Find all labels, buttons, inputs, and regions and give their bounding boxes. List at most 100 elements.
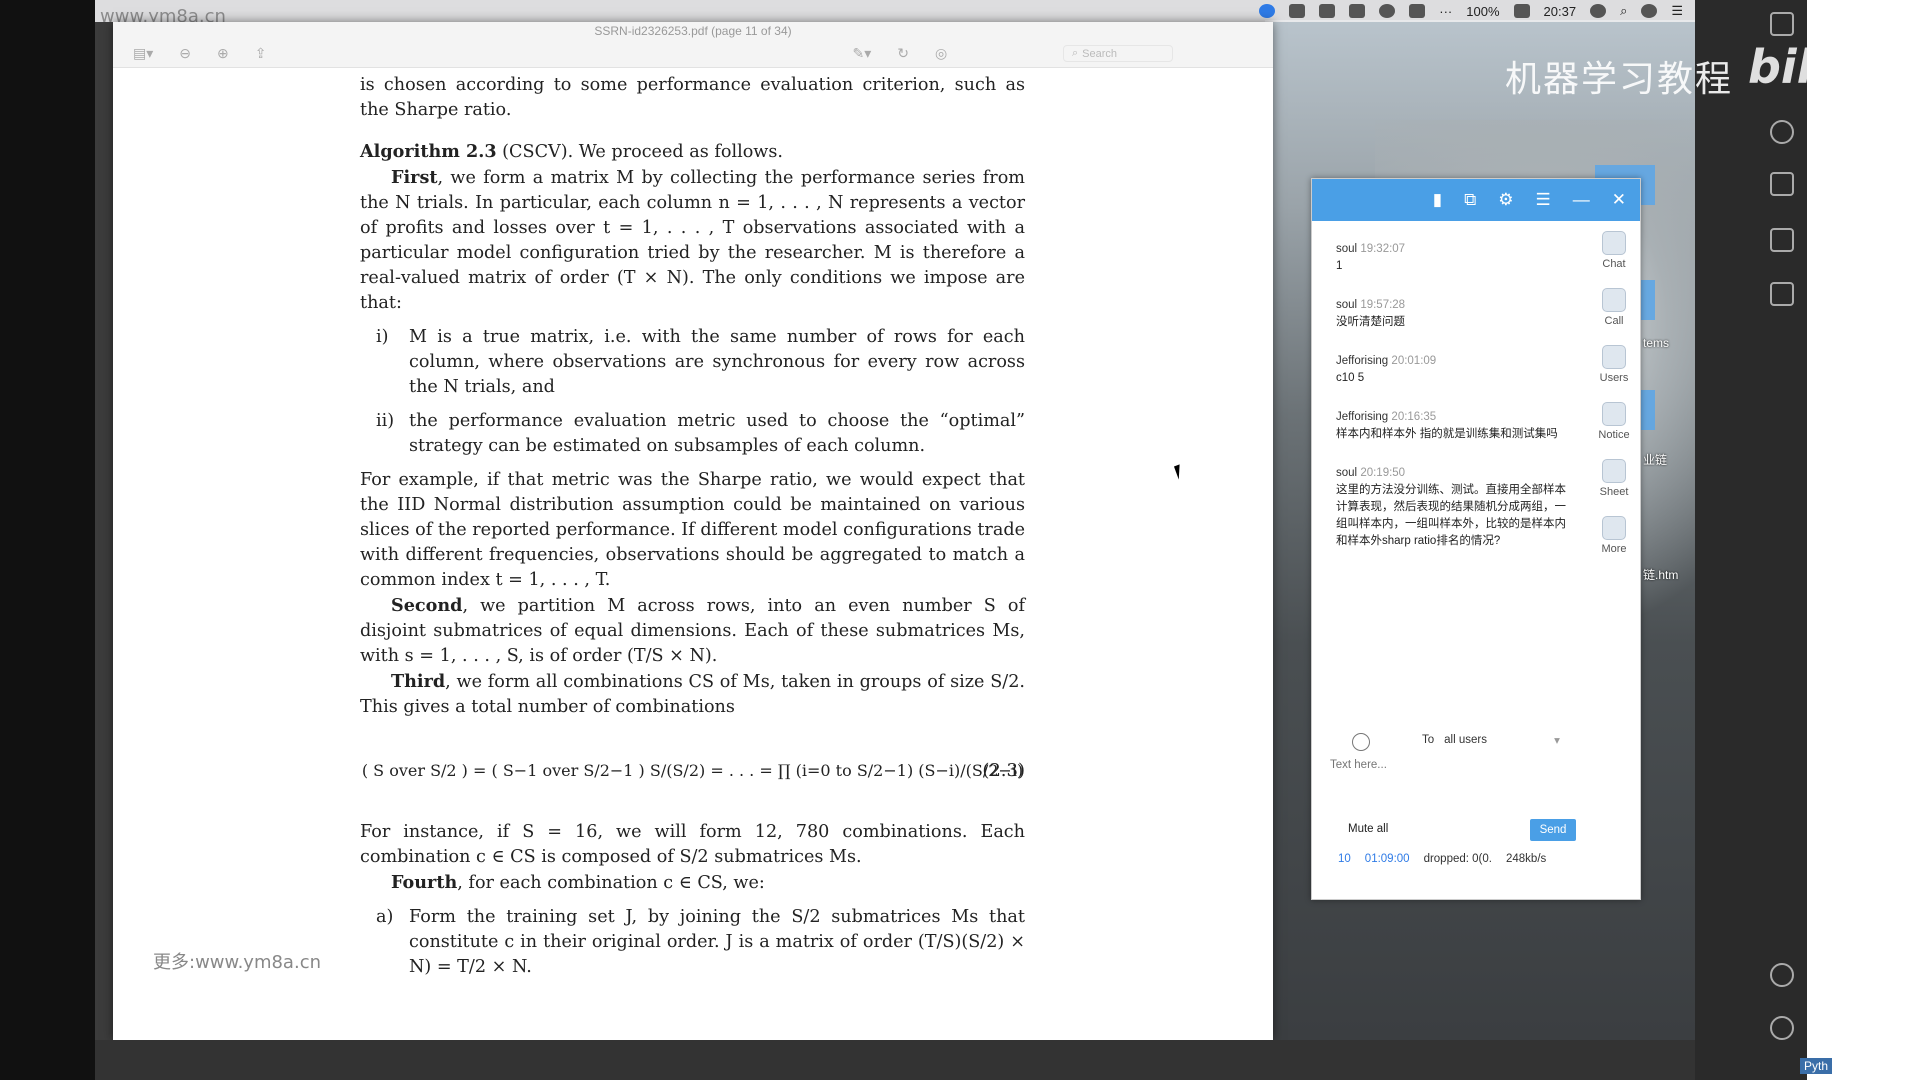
chat-icon <box>1602 231 1626 255</box>
popout-icon[interactable]: ⧉ <box>1464 190 1476 210</box>
side-chat-button[interactable]: Chat <box>1602 231 1626 270</box>
algorithm-heading: Algorithm 2.3 (CSCV). We proceed as foll… <box>360 139 1025 165</box>
step-text: , for each combination c ∈ CS, we: <box>457 873 765 893</box>
close-icon[interactable]: ✕ <box>1612 190 1626 210</box>
copy-icon[interactable] <box>1770 12 1794 36</box>
equation-number: (2.3) <box>982 760 1025 781</box>
desktop-file-label[interactable]: 业链 <box>1643 451 1667 468</box>
window-title: SSRN-id2326253.pdf (page 11 of 34) <box>594 24 792 38</box>
gear-icon[interactable] <box>1770 1016 1794 1040</box>
zoom-in-icon[interactable]: ⊕ <box>217 45 229 62</box>
signal-icon: ▮ <box>1432 190 1443 209</box>
more-icon <box>1602 516 1626 540</box>
message-text: 样本内和样本外 指的就是训练集和测试集吗 <box>1336 428 1558 440</box>
mouse-cursor-icon <box>1173 462 1191 480</box>
minimize-icon[interactable]: — <box>1573 190 1590 210</box>
status-bar: 10 01:09:00 dropped: 0(0. 248kb/s <box>1338 853 1546 865</box>
right-dock <box>1695 0 1807 1080</box>
sidebar-toggle-icon[interactable]: ▤▾ <box>133 45 153 62</box>
chat-message: Jefforising 20:16:35 样本内和样本外 指的就是训练集和测试集… <box>1336 409 1576 443</box>
search-placeholder: Search <box>1082 47 1118 60</box>
annotate-icon[interactable]: ◎ <box>935 45 947 62</box>
recipient-select[interactable]: all users <box>1444 734 1544 746</box>
side-label: More <box>1601 543 1627 555</box>
input-method-icon[interactable] <box>1409 4 1426 18</box>
clock[interactable]: 20:37 <box>1544 4 1577 19</box>
message-text: 没听清楚问题 <box>1336 316 1405 328</box>
battery-icon[interactable] <box>1513 4 1530 18</box>
remote-icon[interactable] <box>1770 228 1794 252</box>
side-label: Sheet <box>1599 486 1629 498</box>
play-debug-icon[interactable] <box>1770 172 1794 196</box>
desktop-file-label[interactable]: 链.htm <box>1643 566 1678 583</box>
step-label: Fourth <box>391 872 458 893</box>
send-button[interactable]: Send <box>1530 819 1576 841</box>
emoji-icon[interactable] <box>1352 733 1370 751</box>
dropped-stat: dropped: 0(0. <box>1423 853 1492 865</box>
step-text: , we form a matrix M by collecting the p… <box>360 168 1025 313</box>
rotate-icon[interactable]: ↻ <box>897 45 909 62</box>
users-icon <box>1601 345 1626 369</box>
mute-all-checkbox[interactable]: Mute all <box>1348 823 1388 835</box>
message-user: Jefforising <box>1336 411 1389 423</box>
message-user: soul <box>1336 243 1358 255</box>
side-label: Users <box>1599 372 1629 384</box>
message-user: soul <box>1336 467 1358 479</box>
display-icon[interactable] <box>1349 4 1366 18</box>
zoom-out-icon[interactable]: ⊖ <box>179 45 191 62</box>
side-users-button[interactable]: Users <box>1599 345 1629 384</box>
side-sheet-button[interactable]: Sheet <box>1599 459 1629 498</box>
volume-icon[interactable] <box>1319 4 1336 18</box>
equation-body: ( S over S/2 ) = ( S−1 over S/2−1 ) S/(S… <box>361 760 1024 780</box>
message-time: 19:57:28 <box>1360 299 1406 311</box>
app-status-icon[interactable] <box>1259 4 1276 18</box>
battery-percent: 100% <box>1466 3 1500 19</box>
spotlight-search-icon[interactable]: ⌕ <box>1620 3 1627 19</box>
more-icon[interactable]: ··· <box>1439 4 1452 19</box>
siri-icon[interactable] <box>1641 4 1658 18</box>
side-label: Notice <box>1598 429 1630 441</box>
python-tab[interactable]: Pyth <box>1800 1058 1833 1074</box>
message-time: 20:01:09 <box>1391 355 1437 367</box>
wifi-icon[interactable] <box>1379 4 1396 18</box>
chat-message: Jefforising 20:01:09 c10 5 <box>1336 353 1576 387</box>
side-notice-button[interactable]: Notice <box>1598 402 1630 441</box>
message-user: Jefforising <box>1336 355 1389 367</box>
message-input[interactable] <box>1330 759 1620 771</box>
chat-message: soul 20:19:50 这里的方法没分训练、测试。直接用全部样本计算表现，然… <box>1336 465 1576 550</box>
paragraph: is chosen according to some performance … <box>360 75 1025 120</box>
search-icon: ⌕ <box>1072 47 1079 59</box>
user-icon[interactable] <box>1590 4 1607 18</box>
chat-header: ▮ ⧉ ⚙ ☰ — ✕ <box>1312 179 1640 221</box>
share-icon[interactable]: ⇪ <box>255 45 267 62</box>
markup-pen-icon[interactable]: ✎▾ <box>852 45 871 62</box>
list-marker: ii) <box>376 411 395 431</box>
side-label: Call <box>1604 315 1624 327</box>
shield-icon[interactable] <box>1289 4 1306 18</box>
branch-icon[interactable] <box>1770 120 1794 144</box>
participant-count: 10 <box>1338 853 1351 865</box>
desktop-file-label[interactable]: tems <box>1643 336 1669 350</box>
menu-icon[interactable]: ☰ <box>1536 190 1551 210</box>
video-title-overlay: 机器学习教程 <box>1505 59 1734 100</box>
side-call-button[interactable]: Call <box>1602 288 1626 327</box>
account-icon[interactable] <box>1770 963 1794 987</box>
algorithm-label: Algorithm 2.3 <box>360 141 497 162</box>
gear-icon[interactable]: ⚙ <box>1498 190 1513 210</box>
paragraph-example: For example, if that metric was the Shar… <box>360 470 1025 590</box>
chat-compose: To all users ▾ Mute all Send 10 01:09:00… <box>1312 723 1640 899</box>
pdf-toolbar: ▤▾ ⊖ ⊕ ⇪ ✎▾ ↻ ◎ ⌕ Search <box>113 40 1273 68</box>
extensions-icon[interactable] <box>1770 282 1794 306</box>
search-field[interactable]: ⌕ Search <box>1063 45 1173 62</box>
pdf-page[interactable]: is chosen according to some performance … <box>113 68 1273 1040</box>
side-more-button[interactable]: More <box>1601 516 1627 555</box>
notification-center-icon[interactable]: ☰ <box>1671 3 1683 19</box>
chevron-down-icon[interactable]: ▾ <box>1554 733 1560 747</box>
paragraph-second: Second, we partition M across rows, into… <box>360 593 1025 669</box>
paragraph-third: Third, we form all combinations CS of Ms… <box>360 669 1025 720</box>
message-time: 19:32:07 <box>1360 243 1406 255</box>
elapsed-time: 01:09:00 <box>1364 853 1410 865</box>
watermark-left: 更多:www.ym8a.cn <box>153 952 321 973</box>
list-text: M is a true matrix, i.e. with the same n… <box>409 327 1025 397</box>
chat-panel: ▮ ⧉ ⚙ ☰ — ✕ soul 19:32:07 1 soul 19:57:2… <box>1311 178 1641 900</box>
